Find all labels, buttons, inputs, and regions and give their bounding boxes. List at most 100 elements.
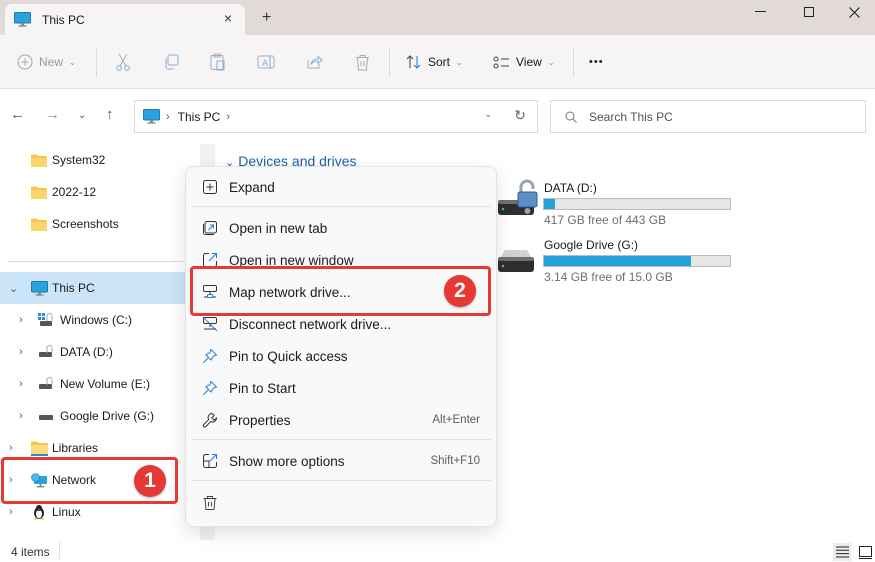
chevron-right-icon[interactable]: › <box>19 314 23 326</box>
breadcrumb-chevron-icon[interactable]: › <box>226 111 230 123</box>
command-bar: New ⌄ A Sort ⌄ View ⌄ ••• <box>0 35 875 89</box>
breadcrumb-this-pc[interactable]: This PC <box>178 110 221 124</box>
sort-button[interactable]: Sort ⌄ <box>406 35 463 89</box>
menu-item-label: Disconnect network drive... <box>229 316 392 332</box>
tab-close-icon[interactable]: × <box>224 10 232 26</box>
paste-button[interactable] <box>210 35 226 89</box>
menu-delete-button[interactable] <box>190 487 230 519</box>
svg-text:A: A <box>262 59 269 69</box>
windows-drive-icon <box>38 313 53 326</box>
show-more-options-icon <box>203 454 217 468</box>
share-button[interactable] <box>306 35 323 89</box>
address-bar[interactable]: › This PC › ⌄ ↻ <box>134 100 538 133</box>
drive-usage-fill <box>544 199 556 209</box>
menu-item-label: Pin to Quick access <box>229 348 348 364</box>
chevron-right-icon[interactable]: › <box>9 506 13 518</box>
forward-button[interactable]: → <box>45 106 60 123</box>
rename-icon: A <box>257 55 275 69</box>
chevron-right-icon[interactable]: › <box>19 378 23 390</box>
sidebar-item-label: Windows (C:) <box>60 313 133 327</box>
menu-item-properties[interactable]: Properties Alt+Enter <box>190 404 492 436</box>
locked-drive-icon <box>39 345 53 357</box>
sort-label: Sort <box>428 55 451 69</box>
libraries-icon <box>31 441 48 456</box>
cut-button[interactable] <box>115 35 131 89</box>
status-item-count: 4 items <box>11 545 50 559</box>
menu-item-pin-to-quick-access[interactable]: Pin to Quick access <box>190 340 492 372</box>
toolbar-divider <box>573 47 574 77</box>
copy-icon <box>165 54 179 70</box>
copy-button[interactable] <box>163 35 179 89</box>
step-badge-1: 1 <box>134 465 166 497</box>
this-pc-icon <box>14 12 31 27</box>
locked-drive-icon <box>498 179 538 215</box>
up-button[interactable]: ↑ <box>106 106 114 123</box>
plus-circle-icon <box>17 54 33 70</box>
sidebar-item-label: DATA (D:) <box>60 345 113 359</box>
sidebar-item-data-d[interactable]: › DATA (D:) <box>0 336 185 368</box>
trash-icon <box>203 496 217 510</box>
status-divider <box>59 541 60 559</box>
drive-name: DATA (D:) <box>544 181 597 195</box>
minimize-icon <box>754 11 766 12</box>
sidebar-item-screenshots[interactable]: Screenshots <box>0 208 185 240</box>
chevron-right-icon[interactable]: › <box>9 442 13 454</box>
sidebar-item-label: 2022-12 <box>52 185 97 199</box>
search-input[interactable] <box>589 109 849 124</box>
recent-locations-button[interactable]: ⌄ <box>78 110 86 121</box>
search-box[interactable] <box>550 100 866 133</box>
locked-drive-icon <box>39 377 53 389</box>
minimize-button[interactable] <box>737 1 783 23</box>
delete-button[interactable] <box>355 35 370 89</box>
sidebar-item-windows-c[interactable]: › Windows (C:) <box>0 304 185 336</box>
back-button[interactable]: ← <box>10 106 25 123</box>
chevron-right-icon[interactable]: › <box>19 410 23 422</box>
sidebar-item-this-pc[interactable]: ⌄ This PC <box>0 272 185 304</box>
rename-button[interactable]: A <box>257 35 275 89</box>
this-pc-icon <box>143 109 160 124</box>
sort-icon <box>406 55 421 69</box>
close-window-button[interactable] <box>831 1 875 23</box>
menu-item-pin-to-start[interactable]: Pin to Start <box>190 372 492 404</box>
sidebar-item-label: Linux <box>52 505 81 519</box>
tiles-view-button[interactable] <box>856 543 874 561</box>
sidebar-item-label: New Volume (E:) <box>60 377 151 391</box>
new-button[interactable]: New ⌄ <box>17 35 76 89</box>
menu-item-show-more-options[interactable]: Show more options Shift+F10 <box>190 445 492 477</box>
refresh-icon[interactable]: ↻ <box>514 107 526 124</box>
chevron-down-icon[interactable]: ⌄ <box>9 282 18 295</box>
sidebar-item-google-drive-g[interactable]: › Google Drive (G:) <box>0 400 185 432</box>
sidebar-item-2022-12[interactable]: 2022-12 <box>0 176 185 208</box>
sidebar-item-label: This PC <box>52 281 95 295</box>
more-options-button[interactable]: ••• <box>589 35 604 89</box>
sidebar-item-label: Screenshots <box>52 217 119 231</box>
menu-item-shortcut: Shift+F10 <box>430 455 480 467</box>
address-dropdown-icon[interactable]: ⌄ <box>484 109 492 120</box>
wrench-icon <box>202 412 218 428</box>
new-tab-button[interactable]: + <box>262 9 271 27</box>
folder-icon <box>31 218 47 231</box>
title-bar: This PC × + <box>0 0 875 35</box>
menu-item-expand[interactable]: Expand <box>190 171 492 203</box>
menu-item-open-in-new-tab[interactable]: Open in new tab <box>190 212 492 244</box>
open-new-tab-icon <box>203 221 217 235</box>
chevron-right-icon[interactable]: › <box>19 346 23 358</box>
chevron-down-icon: ⌄ <box>69 57 76 67</box>
view-button[interactable]: View ⌄ <box>493 35 555 89</box>
sidebar-divider <box>7 261 185 262</box>
view-label: View <box>516 55 542 69</box>
share-icon <box>307 55 323 69</box>
sidebar-item-system32[interactable]: System32 <box>0 144 185 176</box>
linux-penguin-icon <box>34 505 44 520</box>
menu-item-label: Expand <box>229 179 275 195</box>
drive-usage-fill <box>544 256 691 266</box>
sidebar-item-label: Google Drive (G:) <box>60 409 155 423</box>
breadcrumb-chevron-icon[interactable]: › <box>166 111 170 123</box>
close-icon <box>848 6 860 18</box>
maximize-icon <box>804 7 814 17</box>
tab-this-pc[interactable]: This PC × <box>5 4 245 35</box>
maximize-button[interactable] <box>786 1 832 23</box>
details-view-button[interactable] <box>833 543 851 561</box>
sidebar-item-new-volume-e[interactable]: › New Volume (E:) <box>0 368 185 400</box>
menu-divider <box>191 480 492 481</box>
